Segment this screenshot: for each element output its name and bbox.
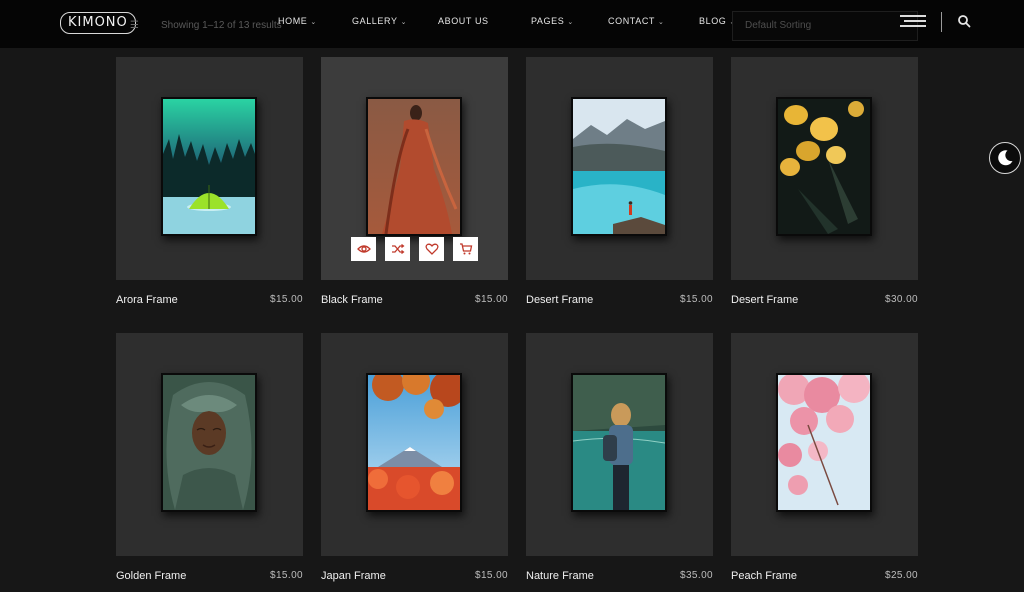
product-title[interactable]: Desert Frame — [526, 294, 593, 306]
chevron-down-icon: ⌄ — [567, 19, 574, 26]
heart-icon — [424, 243, 439, 255]
product-price: $15.00 — [270, 570, 303, 581]
product-image[interactable] — [571, 97, 667, 236]
product-image[interactable] — [366, 97, 462, 236]
results-count: Showing 1–12 of 13 results — [161, 20, 282, 31]
product-title[interactable]: Desert Frame — [731, 294, 798, 306]
nav-contact[interactable]: CONTACT ⌄ — [608, 16, 665, 26]
list-view-icon[interactable]: ☰ — [130, 20, 139, 31]
nav-blog[interactable]: BLOG⌄ — [699, 16, 736, 26]
quick-view-button[interactable] — [351, 237, 376, 261]
sorting-value: Default Sorting — [745, 20, 812, 31]
product-title[interactable]: Arora Frame — [116, 294, 178, 306]
product-title[interactable]: Golden Frame — [116, 570, 186, 582]
product-image[interactable] — [366, 373, 462, 512]
product-title[interactable]: Black Frame — [321, 294, 383, 306]
product-title[interactable]: Nature Frame — [526, 570, 594, 582]
product-price: $25.00 — [885, 570, 918, 581]
eye-icon — [356, 245, 371, 253]
theme-toggle-button[interactable] — [989, 142, 1021, 174]
product-image[interactable] — [161, 373, 257, 512]
logo-text: KIMONO — [68, 15, 128, 30]
nav-about-us[interactable]: ABOUT US — [438, 16, 489, 26]
compare-button[interactable] — [385, 237, 410, 261]
product-price: $35.00 — [680, 570, 713, 581]
product-price: $15.00 — [475, 570, 508, 581]
nav-gallery[interactable]: GALLERY ⌄ — [352, 16, 407, 26]
chevron-down-icon: ⌄ — [658, 19, 665, 26]
chevron-down-icon: ⌄ — [310, 19, 317, 26]
product-image[interactable] — [571, 373, 667, 512]
search-icon[interactable] — [957, 14, 971, 28]
sorting-select[interactable]: Default Sorting — [732, 11, 918, 41]
product-actions — [351, 237, 478, 261]
site-logo[interactable]: KIMONO — [60, 12, 136, 34]
product-title[interactable]: Japan Frame — [321, 570, 386, 582]
nav-home[interactable]: HOME ⌄ — [278, 16, 317, 26]
product-image[interactable] — [776, 373, 872, 512]
product-price: $15.00 — [475, 294, 508, 305]
site-header: KIMONO ☰ Showing 1–12 of 13 results HOME… — [0, 0, 1024, 48]
product-image[interactable] — [776, 97, 872, 236]
chevron-down-icon: ⌄ — [400, 19, 408, 26]
shuffle-icon — [391, 244, 404, 254]
product-title[interactable]: Peach Frame — [731, 570, 797, 582]
product-price: $15.00 — [270, 294, 303, 305]
cart-icon — [459, 243, 472, 255]
product-price: $15.00 — [680, 294, 713, 305]
nav-pages[interactable]: PAGES ⌄ — [531, 16, 574, 26]
header-divider — [941, 12, 942, 32]
product-image[interactable] — [161, 97, 257, 236]
moon-icon — [998, 150, 1013, 166]
add-to-cart-button[interactable] — [453, 237, 478, 261]
hamburger-icon[interactable] — [900, 15, 926, 29]
product-price: $30.00 — [885, 294, 918, 305]
wishlist-button[interactable] — [419, 237, 444, 261]
